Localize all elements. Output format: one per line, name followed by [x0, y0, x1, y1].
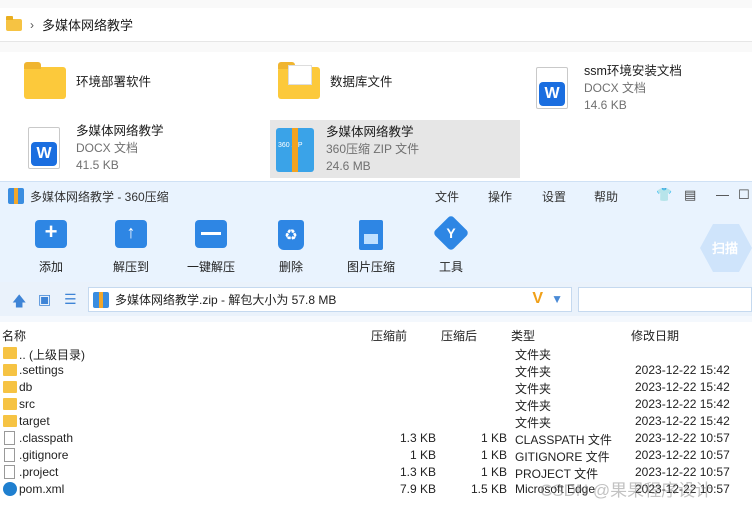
tile-size: 14.6 KB [584, 97, 627, 112]
one-click-extract-icon [195, 220, 227, 248]
one-click-extract-button[interactable]: 一键解压 [176, 220, 246, 275]
up-arrow-icon[interactable]: 🡅 [12, 291, 26, 315]
thumbnail-view-icon[interactable]: ▣ [38, 291, 51, 308]
recycle-bin-icon [278, 220, 304, 250]
tile-name: 多媒体网络教学 [326, 124, 414, 139]
table-row[interactable]: target 文件夹 2023-12-22 15:42 [0, 413, 752, 430]
minimize-button[interactable]: — [716, 187, 729, 202]
menu-settings[interactable]: 设置 [542, 188, 566, 205]
navigation-bar: 🡅 ▣ ☰ 多媒体网络教学.zip - 解包大小为 57.8 MB V ▼ [0, 282, 752, 316]
folder-icon [3, 364, 17, 376]
tile-type: DOCX 文档 [76, 140, 139, 155]
table-row[interactable]: src 文件夹 2023-12-22 15:42 [0, 396, 752, 413]
chevron-right-icon: › [30, 17, 34, 32]
tile-name: 多媒体网络教学 [76, 123, 164, 138]
tile-size: 41.5 KB [76, 157, 119, 172]
table-row[interactable]: .gitignore 1 KB 1 KB GITIGNORE 文件 2023-1… [0, 447, 752, 464]
table-row[interactable]: .settings 文件夹 2023-12-22 15:42 [0, 362, 752, 379]
breadcrumb[interactable]: 多媒体网络教学 [42, 15, 133, 34]
col-type[interactable]: 类型 [511, 327, 535, 344]
address-bar[interactable]: › 多媒体网络教学 [0, 8, 752, 42]
tile-type: 360压缩 ZIP 文件 [326, 141, 420, 156]
word-doc-icon: W [536, 67, 568, 109]
tools-icon [432, 214, 470, 252]
file-explorer: › 多媒体网络教学 环境部署软件 数据库文件 W ssm环境安装文档 DOCX … [0, 0, 752, 180]
title-bar: 多媒体网络教学 - 360压缩 文件 操作 设置 帮助 👕 ▤ — ☐ [0, 182, 752, 210]
file-icon [4, 431, 15, 445]
tile-folder[interactable]: 环境部署软件 [0, 52, 250, 112]
tile-zip-selected[interactable]: 360 ZIP 多媒体网络教学 360压缩 ZIP 文件 24.6 MB [270, 120, 520, 178]
archive-path-box[interactable]: 多媒体网络教学.zip - 解包大小为 57.8 MB V ▼ [88, 287, 572, 312]
toolbar: 添加 解压到 一键解压 删除 图片压缩 工具 [0, 210, 752, 282]
tile-type: DOCX 文档 [584, 80, 647, 95]
app-logo-icon [8, 188, 24, 204]
folder-icon [3, 415, 17, 427]
add-icon [35, 219, 67, 248]
menu-help[interactable]: 帮助 [594, 188, 618, 205]
col-packed[interactable]: 压缩后 [441, 327, 477, 344]
v-logo-icon[interactable]: V [532, 290, 543, 308]
delete-button[interactable]: 删除 [256, 220, 326, 275]
folder-icon [3, 347, 17, 359]
tile-folder[interactable]: 数据库文件 [254, 52, 504, 112]
tile-name: 数据库文件 [330, 74, 393, 89]
tile-docx[interactable]: W 多媒体网络教学 DOCX 文档 41.5 KB [0, 118, 250, 178]
table-row[interactable]: .classpath 1.3 KB 1 KB CLASSPATH 文件 2023… [0, 430, 752, 447]
archive-path: 多媒体网络教学.zip - 解包大小为 57.8 MB [115, 293, 337, 307]
scan-label: 扫描 [712, 241, 739, 256]
folder-icon [278, 62, 320, 99]
extract-icon [115, 220, 147, 248]
archive-window: 多媒体网络教学 - 360压缩 文件 操作 设置 帮助 👕 ▤ — ☐ 添加 解… [0, 181, 752, 505]
col-name[interactable]: 名称 [2, 327, 26, 344]
tile-size: 24.6 MB [326, 158, 371, 173]
folder-icon [3, 398, 17, 410]
folder-icon [6, 15, 22, 31]
image-compress-button[interactable]: 图片压缩 [336, 220, 406, 275]
folder-icon [3, 381, 17, 393]
menu-operation[interactable]: 操作 [488, 188, 512, 205]
tile-name: 环境部署软件 [76, 74, 152, 89]
col-date[interactable]: 修改日期 [631, 327, 679, 344]
maximize-button[interactable]: ☐ [738, 187, 750, 203]
file-grid: 环境部署软件 数据库文件 W ssm环境安装文档 DOCX 文档 14.6 KB… [0, 52, 752, 180]
search-input[interactable] [578, 287, 752, 312]
zip-archive-icon: 360 ZIP [276, 128, 314, 172]
edge-browser-icon [3, 482, 17, 496]
zip-archive-icon [93, 291, 109, 308]
feedback-icon[interactable]: ▤ [684, 187, 696, 203]
add-button[interactable]: 添加 [16, 219, 86, 275]
tile-name: ssm环境安装文档 [584, 63, 682, 78]
window-title: 多媒体网络教学 - 360压缩 [30, 189, 169, 204]
table-row[interactable]: db 文件夹 2023-12-22 15:42 [0, 379, 752, 396]
skin-icon[interactable]: 👕 [656, 187, 672, 203]
menu-file[interactable]: 文件 [435, 188, 459, 205]
extract-to-button[interactable]: 解压到 [96, 220, 166, 275]
tile-docx[interactable]: W ssm环境安装文档 DOCX 文档 14.6 KB [508, 56, 748, 120]
chevron-down-icon[interactable]: ▼ [551, 292, 563, 306]
folder-icon [24, 62, 66, 99]
file-icon [4, 448, 15, 462]
list-view-icon[interactable]: ☰ [64, 291, 77, 308]
tools-button[interactable]: 工具 [416, 214, 486, 275]
col-size[interactable]: 压缩前 [371, 327, 407, 344]
file-icon [4, 465, 15, 479]
word-doc-icon: W [28, 127, 60, 169]
image-compress-icon [359, 220, 383, 250]
column-header: 名称 压缩前 压缩后 类型 修改日期 [0, 322, 752, 344]
watermark: CSDN @果果程序设计 [540, 481, 713, 500]
table-row[interactable]: .. (上级目录) 文件夹 [0, 345, 752, 362]
